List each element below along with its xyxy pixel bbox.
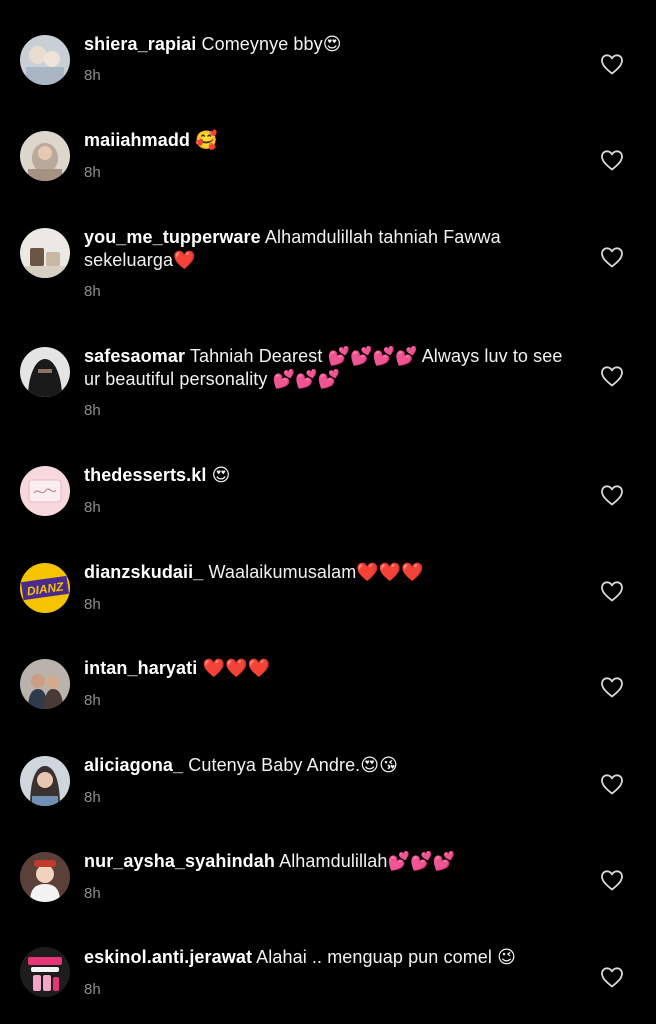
comment-username[interactable]: maiiahmadd	[84, 130, 190, 150]
comment-text: you_me_tupperware Alhamdulillah tahniah …	[84, 226, 564, 272]
avatar[interactable]	[20, 35, 70, 85]
comment-timestamp: 8h	[84, 283, 101, 300]
comment-body: ❤️❤️❤️	[202, 658, 270, 678]
avatar-photo-icon	[20, 131, 70, 181]
heart-outline-icon	[601, 581, 623, 602]
heart-outline-icon	[601, 485, 623, 506]
avatar[interactable]	[20, 756, 70, 806]
comment-item: eskinol.anti.jerawat Alahai .. menguap p…	[0, 914, 656, 1024]
like-button[interactable]	[600, 966, 624, 988]
comment-body: Cutenya Baby Andre.😍😘	[188, 755, 399, 775]
comment-body: Waalaikumusalam❤️❤️❤️	[208, 562, 424, 582]
avatar[interactable]	[20, 659, 70, 709]
comment-text: maiiahmadd 🥰	[84, 129, 564, 152]
heart-outline-icon	[601, 677, 623, 698]
heart-outline-icon	[601, 150, 623, 171]
comment-username[interactable]: shiera_rapiai	[84, 34, 196, 54]
comment-timestamp: 8h	[84, 499, 101, 516]
avatar-photo-icon	[20, 35, 70, 85]
comment-username[interactable]: aliciagona_	[84, 755, 183, 775]
comment-username[interactable]: eskinol.anti.jerawat	[84, 947, 252, 967]
comment-username[interactable]: intan_haryati	[84, 658, 197, 678]
avatar-logo-icon	[20, 466, 70, 516]
avatar[interactable]	[20, 131, 70, 181]
comment-item: safesaomar Tahniah Dearest 💕💕💕💕 Always l…	[0, 312, 656, 431]
like-button[interactable]	[600, 484, 624, 506]
comment-body: 🥰	[195, 130, 218, 150]
avatar[interactable]	[20, 852, 70, 902]
comment-text: thedesserts.kl 😍	[84, 464, 564, 487]
comment-item: nur_aysha_syahindah Alhamdulillah💕💕💕 8h	[0, 817, 656, 914]
like-button[interactable]	[600, 246, 624, 268]
heart-outline-icon	[601, 774, 623, 795]
heart-outline-icon	[601, 247, 623, 268]
like-button[interactable]	[600, 580, 624, 602]
comment-text: shiera_rapiai Comeynye bby😍	[84, 33, 564, 56]
comment-timestamp: 8h	[84, 67, 101, 84]
like-button[interactable]	[600, 773, 624, 795]
like-button[interactable]	[600, 365, 624, 387]
comment-username[interactable]: you_me_tupperware	[84, 227, 261, 247]
like-button[interactable]	[600, 149, 624, 171]
comment-username[interactable]: safesaomar	[84, 346, 185, 366]
avatar[interactable]	[20, 466, 70, 516]
avatar[interactable]	[20, 947, 70, 997]
comment-timestamp: 8h	[84, 692, 101, 709]
comment-username[interactable]: thedesserts.kl	[84, 465, 206, 485]
heart-outline-icon	[601, 870, 623, 891]
avatar-photo-icon	[20, 852, 70, 902]
like-button[interactable]	[600, 676, 624, 698]
comment-item: thedesserts.kl 😍 8h	[0, 431, 656, 528]
comment-text: eskinol.anti.jerawat Alahai .. menguap p…	[84, 946, 564, 969]
avatar-photo-icon	[20, 659, 70, 709]
comment-text: dianzskudaii_ Waalaikumusalam❤️❤️❤️	[84, 561, 564, 584]
comment-timestamp: 8h	[84, 596, 101, 613]
avatar-photo-icon	[20, 228, 70, 278]
avatar[interactable]	[20, 347, 70, 397]
comment-item: shiera_rapiai Comeynye bby😍 8h	[0, 0, 656, 96]
avatar[interactable]: DIANZ	[20, 563, 70, 613]
comment-item: you_me_tupperware Alhamdulillah tahniah …	[0, 193, 656, 312]
avatar-logo-icon: DIANZ	[20, 563, 70, 613]
comment-body: Alhamdulillah💕💕💕	[279, 851, 455, 871]
comment-text: safesaomar Tahniah Dearest 💕💕💕💕 Always l…	[84, 345, 564, 391]
avatar[interactable]	[20, 228, 70, 278]
comment-item: maiiahmadd 🥰 8h	[0, 96, 656, 193]
avatar-logo-icon	[20, 947, 70, 997]
heart-outline-icon	[601, 54, 623, 75]
comment-text: intan_haryati ❤️❤️❤️	[84, 657, 564, 680]
comment-username[interactable]: dianzskudaii_	[84, 562, 203, 582]
comment-body: Alahai .. menguap pun comel 😉	[256, 947, 516, 967]
heart-outline-icon	[601, 967, 623, 988]
comment-text: aliciagona_ Cutenya Baby Andre.😍😘	[84, 754, 564, 777]
like-button[interactable]	[600, 869, 624, 891]
comment-item: intan_haryati ❤️❤️❤️ 8h	[0, 624, 656, 721]
comment-timestamp: 8h	[84, 789, 101, 806]
comment-item: DIANZ dianzskudaii_ Waalaikumusalam❤️❤️❤…	[0, 528, 656, 624]
comment-body: Comeynye bby😍	[201, 34, 342, 54]
comment-timestamp: 8h	[84, 885, 101, 902]
comment-text: nur_aysha_syahindah Alhamdulillah💕💕💕	[84, 850, 564, 873]
heart-outline-icon	[601, 366, 623, 387]
avatar-photo-icon	[20, 347, 70, 397]
comment-timestamp: 8h	[84, 981, 101, 998]
comment-body: 😍	[211, 465, 231, 485]
comment-timestamp: 8h	[84, 402, 101, 419]
avatar-photo-icon	[20, 756, 70, 806]
comment-item: aliciagona_ Cutenya Baby Andre.😍😘 8h	[0, 721, 656, 817]
comment-username[interactable]: nur_aysha_syahindah	[84, 851, 275, 871]
comment-timestamp: 8h	[84, 164, 101, 181]
like-button[interactable]	[600, 53, 624, 75]
